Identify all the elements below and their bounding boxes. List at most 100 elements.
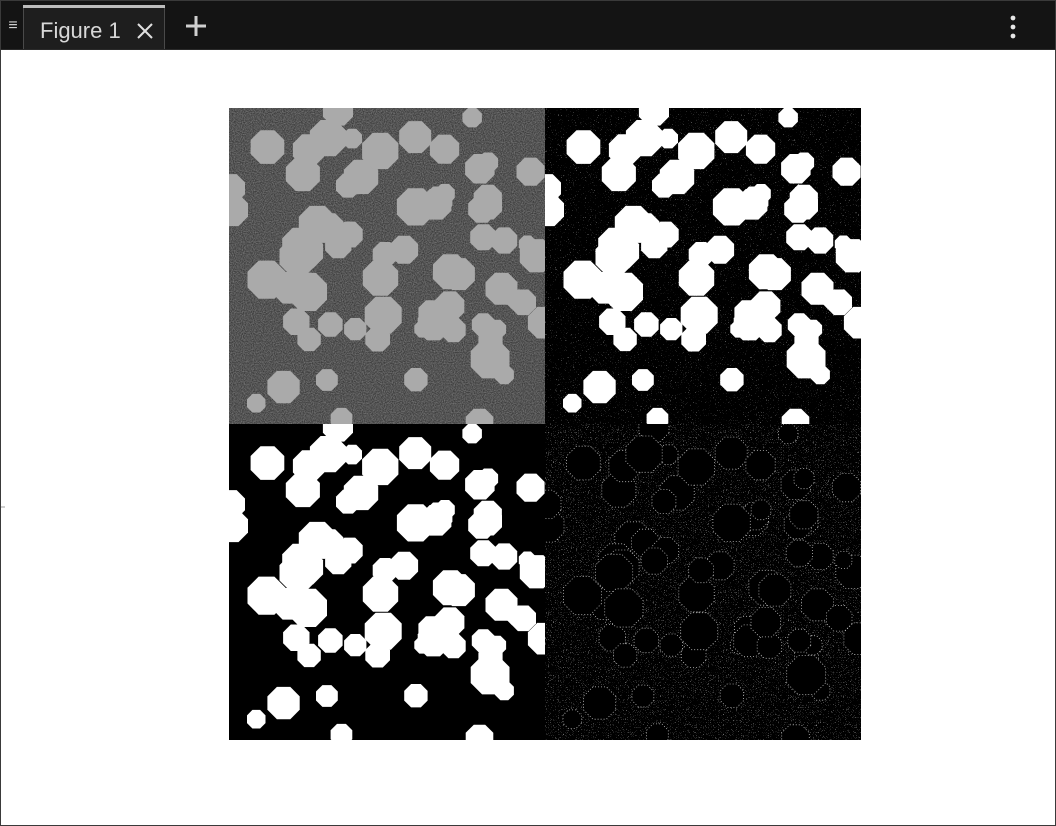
disk [756, 633, 783, 659]
disk [582, 686, 617, 720]
disk [267, 686, 300, 720]
disk [362, 132, 399, 170]
disk [372, 242, 398, 267]
disk [786, 655, 826, 695]
disk [325, 232, 352, 259]
disk [316, 685, 338, 707]
disk [441, 317, 466, 343]
disk [632, 369, 654, 391]
disk [279, 554, 317, 592]
disk [478, 468, 499, 489]
disk [404, 684, 428, 708]
disk [640, 547, 668, 575]
disk [344, 318, 367, 341]
close-icon[interactable] [134, 20, 156, 42]
disk [470, 540, 497, 567]
disk [566, 130, 601, 164]
disk [344, 634, 367, 657]
disk [794, 152, 815, 173]
noisy-grayscale-image [229, 108, 545, 424]
disk [470, 655, 510, 695]
splitter-handle[interactable] [1, 506, 5, 508]
tab-label: Figure 1 [40, 18, 121, 43]
disk [336, 173, 360, 198]
disk [435, 500, 455, 520]
disk [652, 173, 676, 198]
disk [562, 709, 582, 729]
disk [309, 120, 347, 157]
disk [757, 317, 782, 343]
disk [751, 291, 781, 321]
disk [442, 574, 475, 607]
binary-threshold-noisy [545, 108, 861, 424]
disk [267, 370, 300, 404]
disk [787, 628, 812, 653]
disk [778, 424, 799, 444]
disk [625, 120, 663, 157]
disk [826, 605, 853, 632]
disk [396, 188, 435, 226]
disk [510, 289, 536, 316]
disk [785, 539, 813, 567]
disk [462, 424, 482, 444]
disk [336, 489, 360, 514]
disk [471, 313, 495, 337]
disk [583, 370, 616, 404]
disk [778, 108, 798, 128]
disk [677, 448, 715, 486]
disk [404, 368, 428, 392]
disk [435, 184, 455, 204]
disk [247, 709, 266, 729]
plus-icon[interactable] [183, 13, 209, 39]
disk [516, 157, 545, 186]
figure-canvas[interactable] [1, 50, 1055, 825]
disk [680, 296, 718, 334]
disk [435, 607, 465, 637]
disk [786, 224, 813, 251]
disk [745, 134, 776, 164]
disk [680, 612, 719, 651]
disk [250, 130, 285, 164]
disk [712, 188, 751, 226]
disk [247, 260, 286, 299]
disk [750, 499, 772, 521]
disk [247, 393, 266, 413]
disk [595, 238, 633, 276]
disk [715, 121, 748, 154]
disk [834, 235, 852, 253]
disk [793, 468, 815, 490]
disk [641, 232, 668, 259]
disk [362, 448, 399, 486]
disk [462, 108, 482, 128]
disk [516, 473, 545, 502]
disk [518, 235, 536, 253]
disk [563, 260, 602, 299]
disk [758, 258, 791, 291]
disk [318, 312, 343, 337]
disk [834, 551, 853, 570]
disk [688, 557, 714, 584]
disk [604, 272, 643, 311]
disk [751, 184, 771, 204]
disk [563, 393, 582, 413]
disk [789, 500, 819, 530]
disk [660, 318, 683, 341]
disk [478, 152, 499, 173]
disk [613, 327, 637, 352]
disk [826, 289, 852, 316]
disk [297, 643, 321, 668]
vertical-ellipsis-icon[interactable] [1001, 13, 1025, 41]
image-montage [229, 108, 861, 740]
tab-bar: ≡ Figure 1 [1, 1, 1055, 50]
disk [634, 312, 659, 337]
hamburger-icon[interactable]: ≡ [7, 13, 19, 39]
disk [470, 224, 497, 251]
disk [566, 445, 601, 481]
disk [318, 628, 343, 653]
disk [789, 184, 818, 213]
disk [473, 184, 502, 213]
tab-figure-1[interactable]: Figure 1 [23, 5, 165, 49]
disk [612, 643, 638, 668]
disk [399, 121, 432, 154]
disk [325, 548, 352, 575]
